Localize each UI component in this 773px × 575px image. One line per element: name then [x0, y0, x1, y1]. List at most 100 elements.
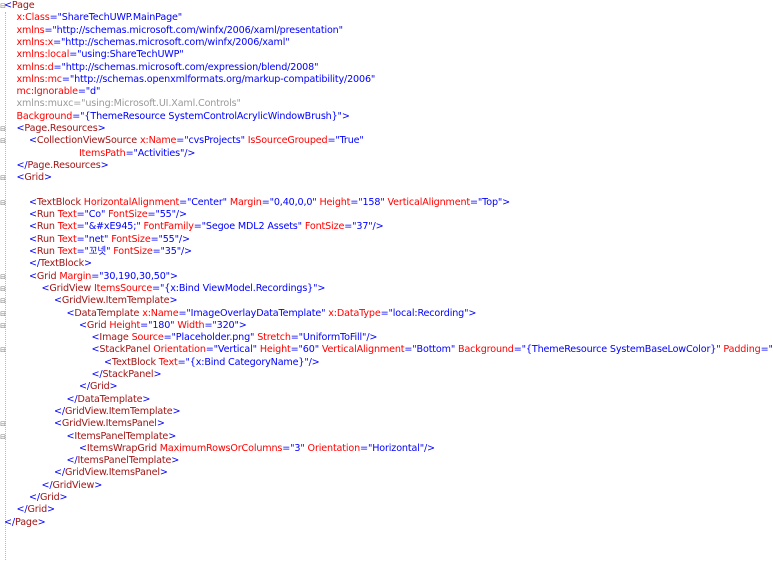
code-text: <Grid Height="180" Width="320">	[79, 320, 247, 333]
code-token: FontSize	[304, 221, 345, 233]
fold-toggle-icon[interactable]: ⊟	[0, 320, 6, 333]
code-token: =	[91, 270, 100, 282]
code-token: </	[66, 455, 78, 467]
code-line[interactable]: x:Class="ShareTechUWP.MainPage"	[0, 12, 773, 25]
code-line[interactable]: xmlns:local="using:ShareTechUWP"	[0, 49, 773, 62]
fold-toggle-icon[interactable]: ⊟	[0, 344, 6, 357]
code-text: </StackPanel>	[92, 369, 162, 382]
code-line[interactable]: </Grid>	[0, 381, 773, 394]
code-text: </Page>	[4, 517, 46, 530]
code-line[interactable]: xmlns:mc="http://schemas.openxmlformats.…	[0, 74, 773, 87]
code-token: Grid	[36, 270, 57, 282]
code-line[interactable]: </DataTemplate>	[0, 394, 773, 407]
code-line[interactable]: <Run Text="net" FontSize="55"/>	[0, 234, 773, 247]
code-line[interactable]: ⊟ <Grid Margin="30,190,30,50">	[0, 271, 773, 284]
code-token: Height	[259, 344, 291, 356]
fold-toggle-icon[interactable]: ⊟	[0, 123, 6, 136]
code-token: =	[163, 332, 172, 344]
code-line[interactable]: ⊟ <ItemsPanelTemplate>	[0, 431, 773, 444]
code-line[interactable]: Background="{ThemeResource SystemControl…	[0, 111, 773, 124]
fold-toggle-icon[interactable]: ⊟	[0, 283, 6, 296]
code-line[interactable]: xmlns:muxc="using:Microsoft.UI.Xaml.Cont…	[0, 98, 773, 111]
code-line[interactable]: <Image Source="Placeholder.png" Stretch=…	[0, 332, 773, 345]
code-token: Text	[57, 233, 77, 245]
code-text: <Grid>	[17, 172, 52, 185]
code-token: =	[176, 135, 185, 147]
code-token: "Activities"	[133, 147, 185, 159]
code-line[interactable]: ⊟ <CollectionViewSource x:Name="cvsProjec…	[0, 135, 773, 148]
code-token: "net"	[84, 233, 109, 245]
code-line[interactable]: ⊟ <StackPanel Orientation="Vertical" Heig…	[0, 344, 773, 357]
fold-toggle-icon[interactable]: ⊟	[0, 308, 6, 321]
xaml-code-editor[interactable]: ⊟ <Page x:Class="ShareTechUWP.MainPage" xml…	[0, 0, 773, 575]
fold-toggle-icon[interactable]: ⊟	[0, 271, 6, 284]
code-token: x:Name	[139, 135, 177, 147]
code-line[interactable]: <Run Text="꼬넷" FontSize="35"/>	[0, 246, 773, 259]
code-line[interactable]: </Page>	[0, 517, 773, 530]
fold-toggle-icon[interactable]: ⊟	[0, 172, 6, 185]
code-line[interactable]: </GridView.ItemsPanel>	[0, 467, 773, 480]
code-line[interactable]: ⊟ <GridView.ItemTemplate>	[0, 295, 773, 308]
code-token: >	[109, 381, 118, 393]
code-line[interactable]: ⊟ <Page	[0, 0, 773, 13]
code-token: Run	[36, 233, 55, 245]
code-line[interactable]: <Run Text="Co" FontSize="55"/>	[0, 209, 773, 222]
code-line[interactable]: xmlns:x="http://schemas.microsoft.com/wi…	[0, 37, 773, 50]
code-line[interactable]: <TextBlock Text="{x:Bind CategoryName}"/…	[0, 357, 773, 370]
code-token: >	[142, 393, 151, 405]
code-line[interactable]: ⊟ <TextBlock HorizontalAlignment="Center"…	[0, 197, 773, 210]
code-token: />	[184, 147, 196, 159]
code-line[interactable]: </StackPanel>	[0, 369, 773, 382]
code-token: >	[94, 479, 103, 491]
code-line[interactable]: </ItemsPanelTemplate>	[0, 455, 773, 468]
code-token: "180"	[148, 319, 175, 331]
fold-toggle-icon[interactable]: ⊟	[0, 295, 6, 308]
code-token: HorizontalAlignment	[83, 196, 180, 208]
code-line[interactable]: ⊟ <DataTemplate x:Name="ImageOverlayDataT…	[0, 308, 773, 321]
code-text: <Run Text="Co" FontSize="55"/>	[29, 209, 187, 222]
code-token: <	[29, 270, 37, 282]
fold-toggle-icon[interactable]: ⊟	[0, 431, 6, 444]
code-line[interactable]: ⊟ <GridView ItemsSource="{x:Bind ViewMode…	[0, 283, 773, 296]
code-line[interactable]: ⊟ <Page.Resources>	[0, 123, 773, 136]
code-token: >	[172, 405, 181, 417]
fold-toggle-icon[interactable]: ⊟	[0, 135, 6, 148]
code-text: <DataTemplate x:Name="ImageOverlayDataTe…	[67, 308, 477, 321]
code-token: xmlns	[16, 24, 45, 36]
code-line[interactable]: mc:Ignorable="d"	[0, 86, 773, 99]
code-line[interactable]: ItemsPath="Activities"/>	[0, 148, 773, 161]
code-line[interactable]: ⊟ <GridView.ItemsPanel>	[0, 418, 773, 431]
code-line[interactable]: </GridView>	[0, 480, 773, 493]
code-line[interactable]: <Run Text="&#xE945;" FontFamily="Segoe M…	[0, 221, 773, 234]
code-text: <TextBlock HorizontalAlignment="Center" …	[29, 197, 510, 210]
code-line[interactable]: ⊟ <Grid Height="180" Width="320">	[0, 320, 773, 333]
code-text: xmlns:local="using:ShareTechUWP"	[17, 49, 184, 62]
code-token: "12"	[768, 344, 773, 356]
fold-toggle-icon[interactable]: ⊟	[0, 418, 6, 431]
code-line[interactable]: </Page.Resources>	[0, 160, 773, 173]
code-line[interactable]: </Grid>	[0, 504, 773, 517]
code-token: xmlns:mc	[16, 73, 63, 85]
code-token: xmlns:x	[16, 36, 54, 48]
code-line[interactable]: </Grid>	[0, 492, 773, 505]
code-token: Height	[109, 319, 141, 331]
code-line[interactable]: </TextBlock>	[0, 258, 773, 271]
code-token: >	[468, 307, 477, 319]
code-token: GridView	[52, 479, 95, 491]
code-token: </	[16, 504, 28, 516]
code-token: >	[169, 295, 178, 307]
code-line[interactable]: xmlns:d="http://schemas.microsoft.com/ex…	[0, 62, 773, 75]
fold-toggle-icon[interactable]: ⊟	[0, 197, 6, 210]
code-token: >	[168, 430, 177, 442]
code-line[interactable]: </GridView.ItemTemplate>	[0, 406, 773, 419]
code-token: CollectionViewSource	[36, 135, 138, 147]
code-line[interactable]: ⊟ <Grid>	[0, 172, 773, 185]
code-line[interactable]: xmlns="http://schemas.microsoft.com/winf…	[0, 25, 773, 38]
code-token: =	[140, 319, 149, 331]
code-token: "35"	[160, 246, 182, 257]
code-text: <ItemsWrapGrid MaximumRowsOrColumns="3" …	[79, 443, 435, 456]
code-token: />	[178, 233, 190, 245]
code-token: DataTemplate	[77, 393, 143, 405]
code-line[interactable]: <ItemsWrapGrid MaximumRowsOrColumns="3" …	[0, 443, 773, 456]
code-line[interactable]	[0, 185, 773, 198]
